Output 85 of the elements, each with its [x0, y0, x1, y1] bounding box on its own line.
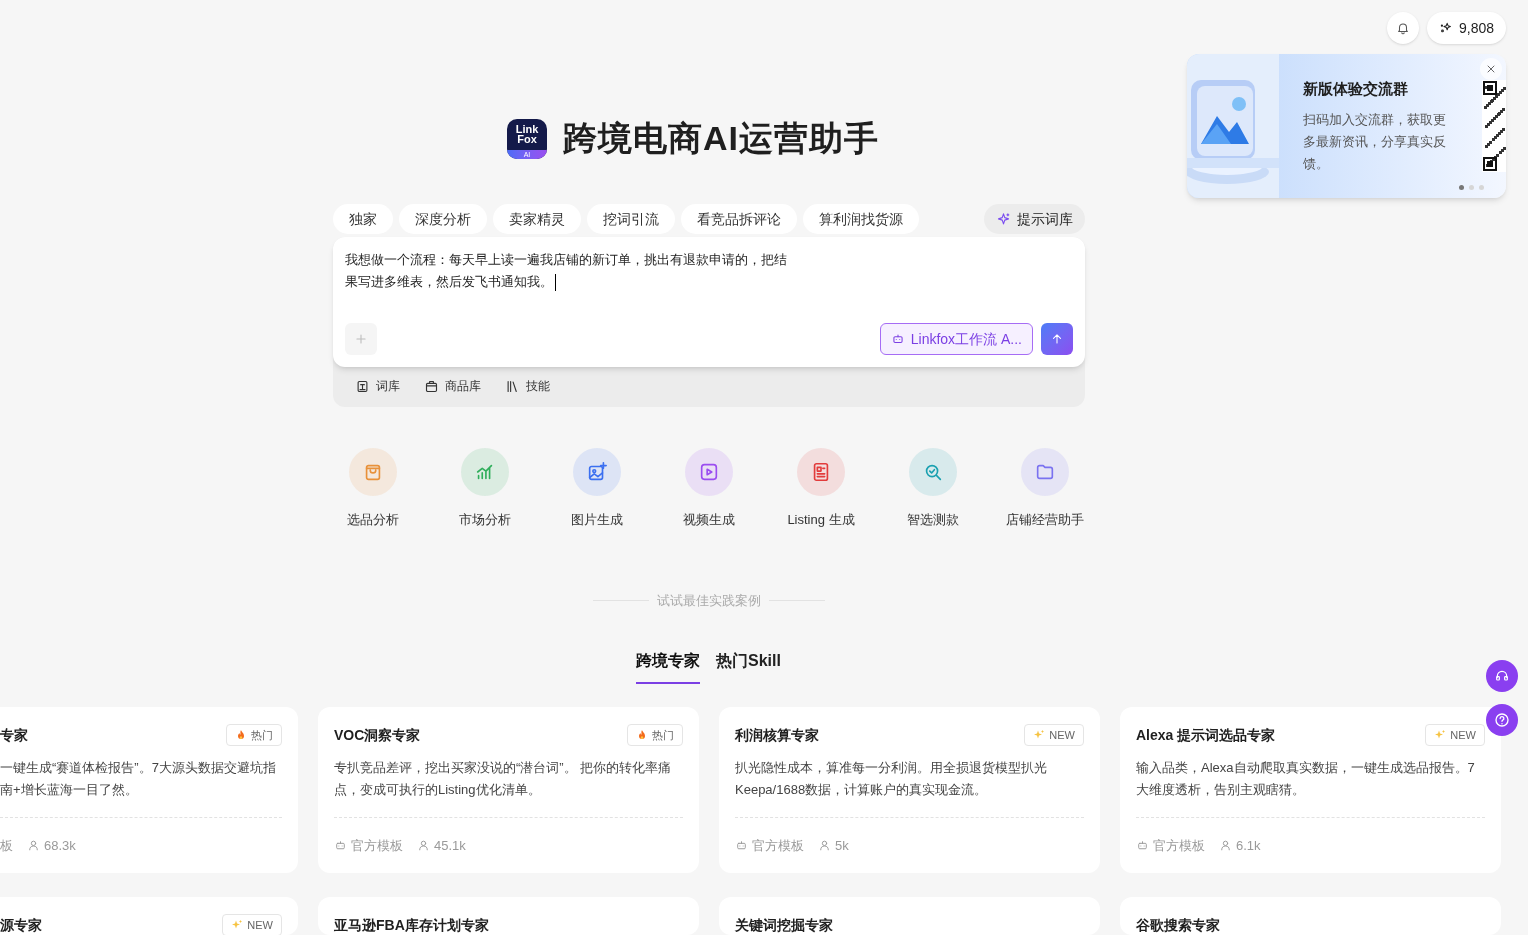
tab[interactable]: 热门Skill: [716, 640, 781, 684]
template-source: 板: [0, 837, 13, 855]
image-plus-icon: [586, 461, 608, 483]
feature-shortcut[interactable]: 图片生成: [541, 448, 653, 530]
user-icon: [1219, 839, 1232, 853]
books-icon: [505, 378, 520, 394]
banner-title: 新版体验交流群: [1303, 79, 1409, 99]
help-icon: [1493, 711, 1511, 729]
plus-icon: [354, 332, 368, 346]
sparkle-icon: [996, 211, 1011, 227]
card-title: Alexa 提示词选品专家: [1136, 725, 1276, 745]
section-heading: 试试最佳实践案例: [657, 592, 761, 610]
card-description: 专扒竞品差评，挖出买家没说的“潜台词”。 把你的转化率痛点，变成可执行的Listing优化清单。: [334, 759, 673, 799]
usage-count: 5k: [835, 837, 849, 855]
prompt-input[interactable]: 我想做一个流程：每天早上读一遍我店铺的新订单，挑出有退款申请的，把结果写进多维表，然后发飞书通知我。: [345, 249, 799, 323]
feature-shortcut[interactable]: 智选测款: [877, 448, 989, 530]
library-link[interactable]: 商品库: [424, 377, 481, 395]
notification-button[interactable]: [1386, 12, 1419, 44]
user-icon: [818, 839, 831, 853]
usage-count: 45.1k: [434, 837, 466, 855]
card-description: 扒光隐性成本，算准每一分利润。用全损退货模型扒光Keepa/1688数据，计算账户的真实现金流。: [735, 759, 1048, 799]
user-icon: [417, 839, 430, 853]
library-link[interactable]: 技能: [505, 377, 550, 395]
page-title: 跨境电商AI运营助手: [563, 118, 879, 159]
feature-shortcut[interactable]: 店铺经营助手: [989, 448, 1101, 530]
feature-shortcut[interactable]: 选品分析: [317, 448, 429, 530]
feature-shortcut[interactable]: 市场分析: [429, 448, 541, 530]
template-source: 官方模板: [351, 837, 403, 855]
usage-count: 6.1k: [1236, 837, 1261, 855]
card-title: 专家: [0, 725, 28, 745]
box-icon: [424, 378, 439, 394]
qr-code-icon: [1482, 80, 1506, 172]
library-link[interactable]: 词库: [355, 377, 400, 395]
prompt-chip[interactable]: 深度分析: [399, 204, 487, 234]
play-icon: [698, 461, 720, 483]
template-card[interactable]: 关键词挖掘专家: [719, 897, 1100, 935]
card-description: 输入品类，Alexa自动爬取真实数据，一键生成选品报告。7大维度透析，告别主观瞎猜。: [1136, 759, 1476, 799]
close-button[interactable]: [1480, 58, 1502, 80]
prompt-chip[interactable]: 算利润找货源: [803, 204, 919, 234]
template-card[interactable]: 利润核算专家 NEW 扒光隐性成本，算准每一分利润。用全损退货模型扒光Keepa/1688数据，计算账户的真实现金流。 官方模板 5k: [719, 707, 1100, 873]
feature-shortcut[interactable]: Listing 生成: [765, 448, 877, 530]
tag: 热门: [226, 724, 282, 746]
prompt-chip[interactable]: 挖词引流: [587, 204, 675, 234]
template-card[interactable]: Alexa 提示词选品专家 NEW 输入品类，Alexa自动爬取真实数据，一键生成选品报告。7大维度透析，告别主观瞎猜。 官方模板 6.1k: [1120, 707, 1501, 873]
sparkle-icon: [1438, 21, 1453, 35]
bell-icon: [1395, 21, 1410, 35]
template-source: 官方模板: [752, 837, 804, 855]
card-description: 一键生成“赛道体检报告”。7大源头数据交避坑指南+增长蓝海一目了然。: [0, 759, 276, 799]
tag: NEW: [1024, 724, 1084, 746]
help-button[interactable]: [1486, 704, 1518, 736]
arrow-up-icon: [1050, 332, 1064, 346]
tag: NEW: [222, 914, 282, 935]
card-title: 谷歌搜索专家: [1136, 915, 1220, 935]
prompt-chip[interactable]: 看竞品拆评论: [681, 204, 797, 234]
support-button[interactable]: [1486, 660, 1518, 692]
credits-button[interactable]: 9,808: [1426, 12, 1506, 44]
banner-text: 扫码加入交流群，获取更多最新资讯，分享真实反馈。: [1303, 110, 1447, 173]
prompt-chip[interactable]: 独家: [333, 204, 393, 234]
agent-selector[interactable]: Linkfox工作流 A...: [879, 323, 1033, 355]
card-title: 利润核算专家: [735, 725, 819, 745]
dictionary-icon: [355, 378, 370, 394]
send-button[interactable]: [1041, 323, 1073, 355]
template-card[interactable]: 源专家 NEW: [0, 897, 298, 935]
tab[interactable]: 跨境专家: [636, 640, 700, 684]
template-source: 官方模板: [1153, 837, 1205, 855]
user-icon: [27, 839, 40, 853]
robot-icon: [890, 332, 905, 346]
card-title: 关键词挖掘专家: [735, 915, 833, 935]
flame-icon: [235, 729, 247, 741]
template-card[interactable]: 专家 热门 一键生成“赛道体检报告”。7大源头数据交避坑指南+增长蓝海一目了然。 板 68.3k: [0, 707, 298, 873]
card-title: 源专家: [0, 915, 42, 935]
card-title: 亚马逊FBA库存计划专家: [334, 915, 489, 935]
usage-count: 68.3k: [44, 837, 76, 855]
template-card[interactable]: VOC洞察专家 热门 专扒竞品差评，挖出买家没说的“潜台词”。 把你的转化率痛点，变成可执行的Listing优化清单。 官方模板 45.1k: [318, 707, 699, 873]
close-icon: [1485, 63, 1497, 75]
tag: NEW: [1425, 724, 1485, 746]
headset-icon: [1494, 668, 1510, 684]
tag: 热门: [627, 724, 683, 746]
flame-icon: [636, 729, 648, 741]
feature-shortcut[interactable]: 视频生成: [653, 448, 765, 530]
prompt-library-button[interactable]: 提示词库: [984, 204, 1085, 234]
prompt-chip[interactable]: 卖家精灵: [493, 204, 581, 234]
template-card[interactable]: 谷歌搜索专家: [1120, 897, 1501, 935]
template-card[interactable]: 亚马逊FBA库存计划专家: [318, 897, 699, 935]
card-title: VOC洞察专家: [334, 725, 421, 745]
